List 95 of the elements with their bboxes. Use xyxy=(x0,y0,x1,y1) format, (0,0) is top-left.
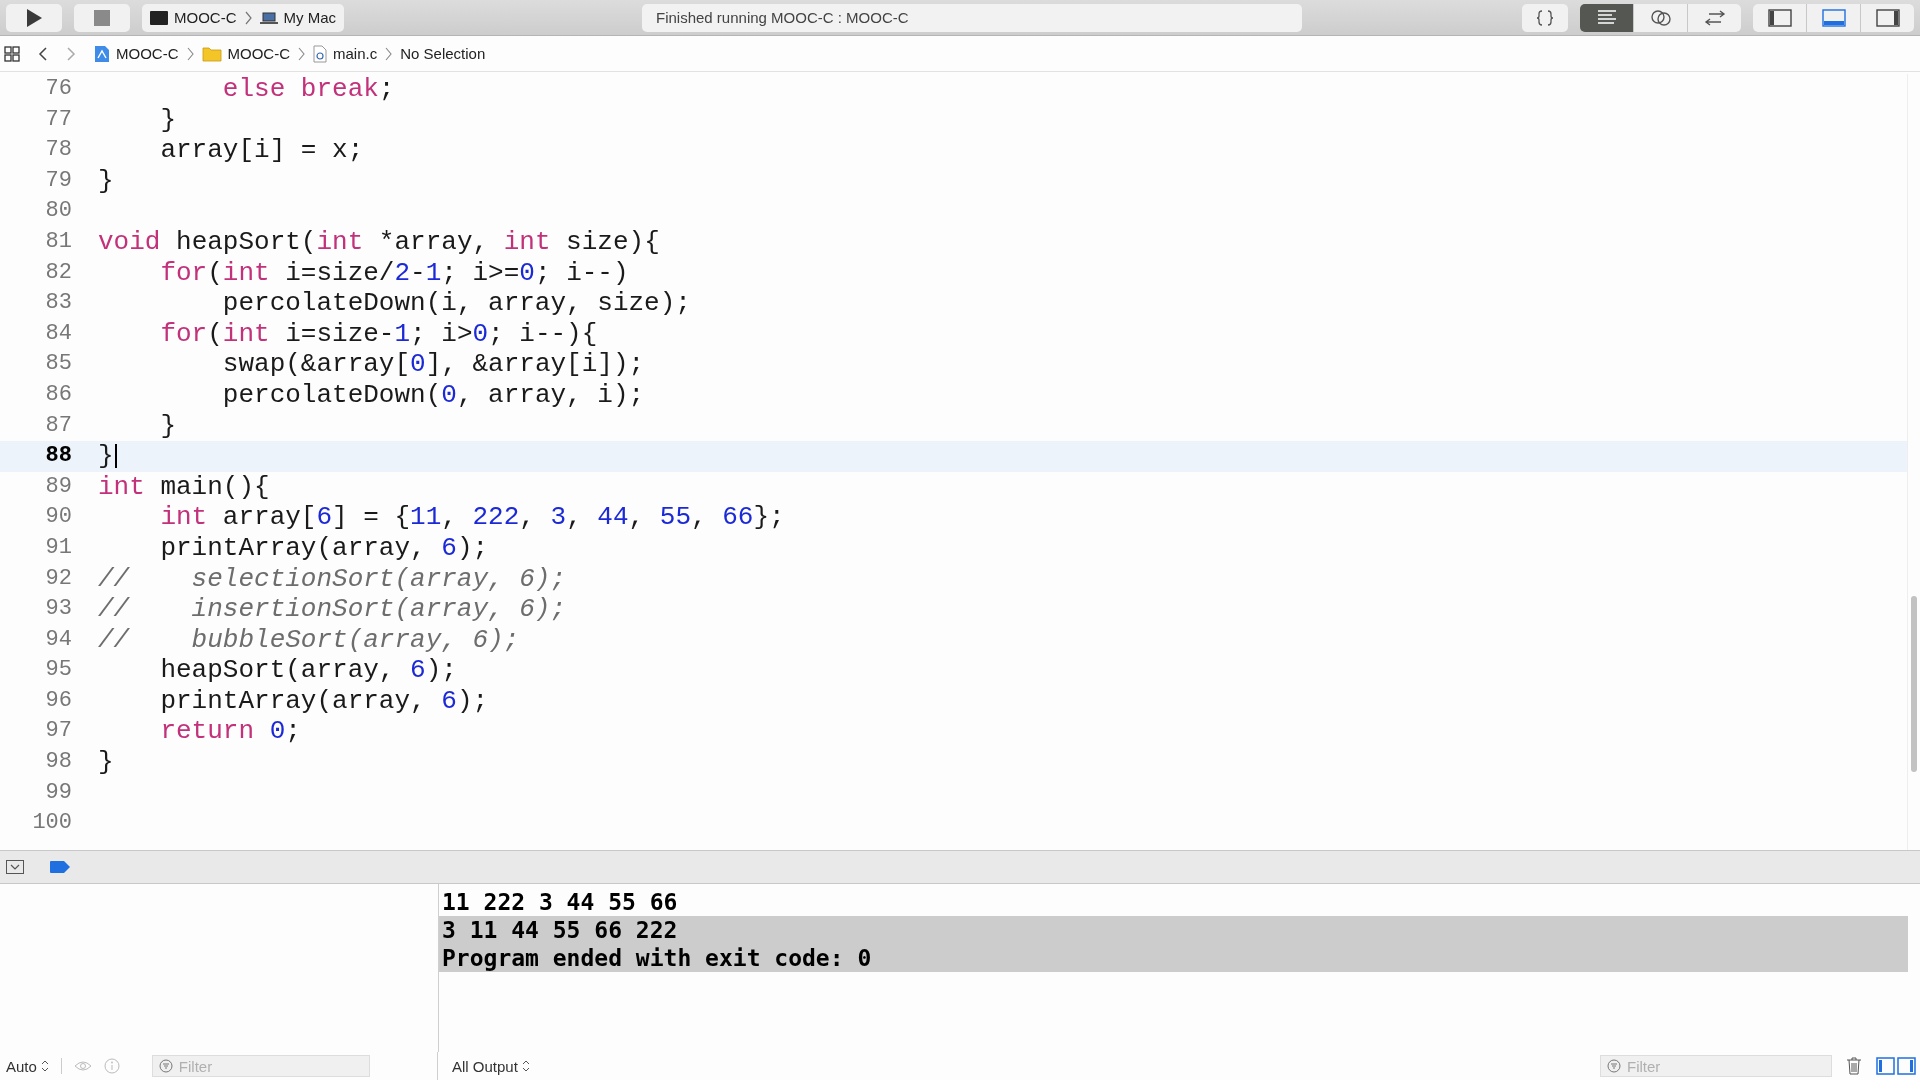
line-number: 89 xyxy=(44,472,72,501)
code-line: return 0; xyxy=(159,716,301,748)
circles-icon xyxy=(1649,8,1672,27)
line-number: 76 xyxy=(44,75,72,103)
path-item[interactable]: main.c xyxy=(313,44,378,63)
stop-icon xyxy=(94,9,110,26)
code-snippet-button[interactable] xyxy=(1522,3,1568,32)
line-number: 79 xyxy=(44,166,72,195)
line-number: 87 xyxy=(44,411,72,440)
project-icon xyxy=(94,44,110,63)
text-cursor xyxy=(114,444,117,469)
output-scope-popup[interactable]: All Output xyxy=(452,1057,530,1075)
c-file-icon xyxy=(313,44,327,63)
line-number: 84 xyxy=(44,319,72,348)
code-line: percolateDown(i, array, size); xyxy=(221,288,691,319)
updown-arrows-icon xyxy=(40,1060,49,1072)
path-item[interactable]: MOOC-C xyxy=(201,45,290,62)
line-number: 80 xyxy=(44,197,72,226)
code-line: // bubbleSort(array, 6); xyxy=(98,624,520,656)
related-items-icon[interactable] xyxy=(4,45,20,62)
line-number: 91 xyxy=(44,533,72,562)
code-line: int main(){ xyxy=(98,471,270,503)
code-line: } xyxy=(98,165,114,197)
line-number: 78 xyxy=(44,136,72,165)
code-line: } xyxy=(159,104,176,136)
line-number: 82 xyxy=(44,258,72,287)
code-line: array[i] = x; xyxy=(159,135,364,166)
line-number: 94 xyxy=(44,625,72,654)
code-line: } xyxy=(98,441,114,472)
line-number: 81 xyxy=(44,227,72,256)
code-line: printArray(array, 6); xyxy=(159,532,489,564)
code-line: int array[6] = {11, 222, 3, 44, 55, 66}; xyxy=(159,502,785,533)
trash-icon[interactable] xyxy=(1846,1057,1862,1075)
assistant-editor-button[interactable] xyxy=(1634,3,1687,32)
code-line: for(int i=size-1; i>0; i--){ xyxy=(159,318,598,350)
standard-editor-button[interactable] xyxy=(1580,3,1633,32)
panel-icon xyxy=(1875,8,1900,27)
panel-icon xyxy=(1767,8,1792,27)
navigator-toggle[interactable] xyxy=(1753,3,1806,32)
code-line: else break; xyxy=(221,74,395,105)
code-line: heapSort(array, 6); xyxy=(159,655,457,686)
line-number: 90 xyxy=(44,503,72,532)
chevron-icon xyxy=(298,45,305,62)
code-line: } xyxy=(98,747,114,778)
hide-debug-area-icon[interactable] xyxy=(6,860,24,874)
line-number: 92 xyxy=(44,564,72,593)
line-number: 98 xyxy=(44,748,72,777)
filter-icon xyxy=(1607,1059,1621,1073)
code-line: swap(&array[0], &array[i]); xyxy=(221,349,645,380)
braces-icon xyxy=(1536,8,1554,27)
panel-icon xyxy=(1821,8,1846,27)
line-number: 86 xyxy=(44,380,72,409)
filter-icon xyxy=(158,1059,173,1073)
version-editor-button[interactable] xyxy=(1688,3,1741,32)
line-number: 88 xyxy=(0,441,72,472)
play-icon xyxy=(25,7,43,28)
line-number: 85 xyxy=(44,350,72,379)
line-number: 96 xyxy=(44,686,72,715)
line-number: 97 xyxy=(44,717,72,746)
chevron-icon xyxy=(244,10,252,25)
path-item[interactable]: No Selection xyxy=(400,45,486,62)
line-number: 100 xyxy=(31,809,72,838)
line-number: 93 xyxy=(44,595,72,624)
arrows-icon xyxy=(1702,8,1727,27)
chevron-icon xyxy=(186,45,194,62)
variables-scope-popup[interactable]: Auto xyxy=(6,1057,49,1075)
code-line: // selectionSort(array, 6); xyxy=(98,563,567,595)
updown-arrows-icon xyxy=(521,1060,530,1072)
chevron-icon xyxy=(385,45,393,62)
run-button[interactable] xyxy=(6,3,62,32)
utilities-toggle[interactable] xyxy=(1861,3,1914,32)
lines-icon xyxy=(1595,8,1618,27)
back-icon[interactable] xyxy=(38,45,48,62)
split-view-icon[interactable] xyxy=(1876,1057,1916,1075)
code-line: } xyxy=(159,410,176,442)
folder-icon xyxy=(201,45,222,62)
terminal-icon xyxy=(150,10,168,25)
breakpoints-icon[interactable] xyxy=(50,861,70,873)
line-number: 95 xyxy=(44,656,72,685)
line-number: 83 xyxy=(44,289,72,318)
code-line: // insertionSort(array, 6); xyxy=(98,594,567,625)
console-output-line: 11 222 3 44 55 66 xyxy=(441,888,679,916)
scrollbar-thumb[interactable] xyxy=(1911,596,1917,772)
line-number: 99 xyxy=(44,778,72,807)
line-number: 77 xyxy=(44,105,72,134)
code-line: percolateDown(0, array, i); xyxy=(221,379,645,411)
code-line: for(int i=size/2-1; i>=0; i--) xyxy=(159,257,629,289)
code-line: void heapSort(int *array, int size){ xyxy=(98,226,660,258)
code-line: printArray(array, 6); xyxy=(159,685,489,717)
scheme-selector[interactable]: MOOC-C My Mac xyxy=(142,3,344,32)
activity-status: Finished running MOOC-C : MOOC-C xyxy=(642,3,1302,32)
stop-button[interactable] xyxy=(74,3,130,32)
debug-area-toggle[interactable] xyxy=(1807,3,1860,32)
path-item[interactable]: MOOC-C xyxy=(94,44,179,63)
laptop-icon xyxy=(259,10,278,25)
